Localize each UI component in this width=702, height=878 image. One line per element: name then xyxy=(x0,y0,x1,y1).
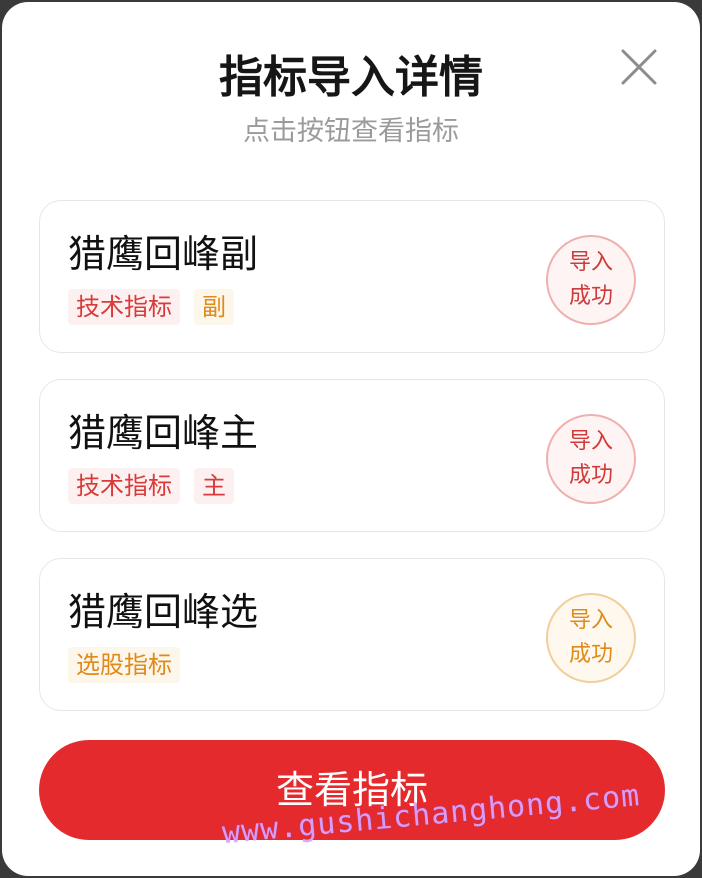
import-success-stamp: 导入 成功 xyxy=(546,235,636,325)
import-status-line-2: 成功 xyxy=(568,642,613,667)
close-icon xyxy=(621,49,657,85)
indicator-list: 猎鹰回峰副 技术指标 副 导入 成功 猎鹰回峰主 技术指标 主 导入 成功 猎鹰… xyxy=(39,200,665,737)
import-status-line-1: 导入 xyxy=(568,608,613,633)
indicator-name: 猎鹰回峰选 xyxy=(68,590,259,634)
indicator-tags: 技术指标 主 xyxy=(68,468,234,504)
import-status-line-2: 成功 xyxy=(568,463,613,488)
close-button[interactable] xyxy=(608,36,670,98)
import-success-stamp: 导入 成功 xyxy=(546,414,636,504)
indicator-tags: 选股指标 xyxy=(68,647,180,683)
indicator-card-fu[interactable]: 猎鹰回峰副 技术指标 副 导入 成功 xyxy=(39,200,665,353)
dialog-title: 指标导入详情 xyxy=(219,52,483,103)
indicator-position-tag: 主 xyxy=(194,468,234,504)
indicator-type-tag: 选股指标 xyxy=(68,647,180,683)
indicator-name: 猎鹰回峰主 xyxy=(68,411,259,455)
indicator-name: 猎鹰回峰副 xyxy=(68,232,259,276)
dialog-subtitle: 点击按钮查看指标 xyxy=(243,116,459,147)
indicator-card-zhu[interactable]: 猎鹰回峰主 技术指标 主 导入 成功 xyxy=(39,379,665,532)
indicator-type-tag: 技术指标 xyxy=(68,289,180,325)
import-status-line-2: 成功 xyxy=(568,284,613,309)
import-status-line-1: 导入 xyxy=(568,250,613,275)
import-success-stamp: 导入 成功 xyxy=(546,593,636,683)
import-status-line-1: 导入 xyxy=(568,429,613,454)
indicator-card-xuan[interactable]: 猎鹰回峰选 选股指标 导入 成功 xyxy=(39,558,665,711)
indicator-tags: 技术指标 副 xyxy=(68,289,234,325)
indicator-type-tag: 技术指标 xyxy=(68,468,180,504)
indicator-position-tag: 副 xyxy=(194,289,234,325)
import-detail-dialog: 指标导入详情 点击按钮查看指标 猎鹰回峰副 技术指标 副 导入 成功 猎鹰回峰主… xyxy=(2,2,700,876)
